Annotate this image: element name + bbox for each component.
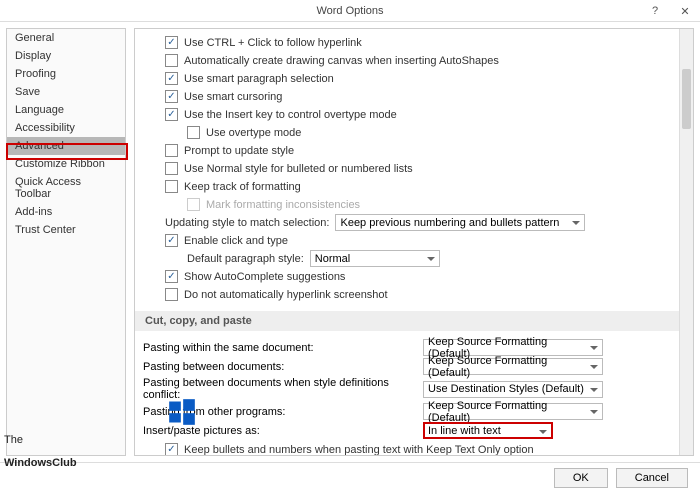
checkbox-disabled [187,198,200,211]
label-insert-pic: Insert/paste pictures as: [143,425,423,437]
option-auto-canvas: Automatically create drawing canvas when… [184,55,499,67]
option-ctrl-click: Use CTRL + Click to follow hyperlink [184,37,362,49]
content-pane: Use CTRL + Click to follow hyperlink Aut… [134,28,694,456]
select-paste-within[interactable]: Keep Source Formatting (Default) [423,339,603,356]
checkbox[interactable] [165,36,178,49]
option-normal-style: Use Normal style for bulleted or numbere… [184,163,413,175]
checkbox[interactable] [165,72,178,85]
checkbox[interactable] [165,108,178,121]
window-title: Word Options [316,5,383,17]
checkbox[interactable] [165,180,178,193]
option-insert-key: Use the Insert key to control overtype m… [184,109,397,121]
checkbox[interactable] [165,270,178,283]
option-enable-click: Enable click and type [184,235,288,247]
label-update-style: Updating style to match selection: [165,217,329,229]
label-paste-conflict: Pasting between documents when style def… [143,377,423,401]
checkbox[interactable] [165,144,178,157]
sidebar-item-quick-access[interactable]: Quick Access Toolbar [7,173,125,203]
scrollbar[interactable] [679,29,693,455]
option-keep-bullets: Keep bullets and numbers when pasting te… [184,444,534,456]
option-keep-track: Keep track of formatting [184,181,301,193]
help-button[interactable]: ? [640,0,670,22]
select-paste-between[interactable]: Keep Source Formatting (Default) [423,358,603,375]
sidebar-item-save[interactable]: Save [7,83,125,101]
option-mark-inc: Mark formatting inconsistencies [206,199,360,211]
option-smart-para: Use smart paragraph selection [184,73,334,85]
sidebar-item-language[interactable]: Language [7,101,125,119]
select-default-para[interactable]: Normal [310,250,440,267]
option-autocomplete: Show AutoComplete suggestions [184,271,345,283]
sidebar-item-proofing[interactable]: Proofing [7,65,125,83]
option-prompt-style: Prompt to update style [184,145,294,157]
label-paste-between: Pasting between documents: [143,361,423,373]
select-paste-conflict[interactable]: Use Destination Styles (Default) [423,381,603,398]
checkbox[interactable] [165,54,178,67]
checkbox[interactable] [165,234,178,247]
label-paste-other: Pasting from other programs: [143,406,423,418]
checkbox[interactable] [165,90,178,103]
ok-button[interactable]: OK [554,468,608,488]
sidebar-item-display[interactable]: Display [7,47,125,65]
sidebar-item-general[interactable]: General [7,29,125,47]
sidebar: General Display Proofing Save Language A… [6,28,126,456]
label-paste-within: Pasting within the same document: [143,342,423,354]
option-no-hyperlink: Do not automatically hyperlink screensho… [184,289,388,301]
checkbox[interactable] [165,162,178,175]
option-overtype: Use overtype mode [206,127,301,139]
sidebar-item-trust-center[interactable]: Trust Center [7,221,125,239]
sidebar-item-addins[interactable]: Add-ins [7,203,125,221]
checkbox[interactable] [187,126,200,139]
select-update-style[interactable]: Keep previous numbering and bullets patt… [335,214,585,231]
select-insert-pic[interactable]: In line with text [423,422,553,439]
option-smart-cursor: Use smart cursoring [184,91,282,103]
sidebar-item-advanced[interactable]: Advanced [7,137,125,155]
checkbox[interactable] [165,288,178,301]
scroll-thumb[interactable] [682,69,691,129]
section-cut-copy-paste: Cut, copy, and paste [135,311,693,331]
close-button[interactable]: ✕ [670,0,700,22]
sidebar-item-customize-ribbon[interactable]: Customize Ribbon [7,155,125,173]
label-default-para: Default paragraph style: [187,253,304,265]
sidebar-item-accessibility[interactable]: Accessibility [7,119,125,137]
checkbox[interactable] [165,443,178,456]
cancel-button[interactable]: Cancel [616,468,688,488]
select-paste-other[interactable]: Keep Source Formatting (Default) [423,403,603,420]
